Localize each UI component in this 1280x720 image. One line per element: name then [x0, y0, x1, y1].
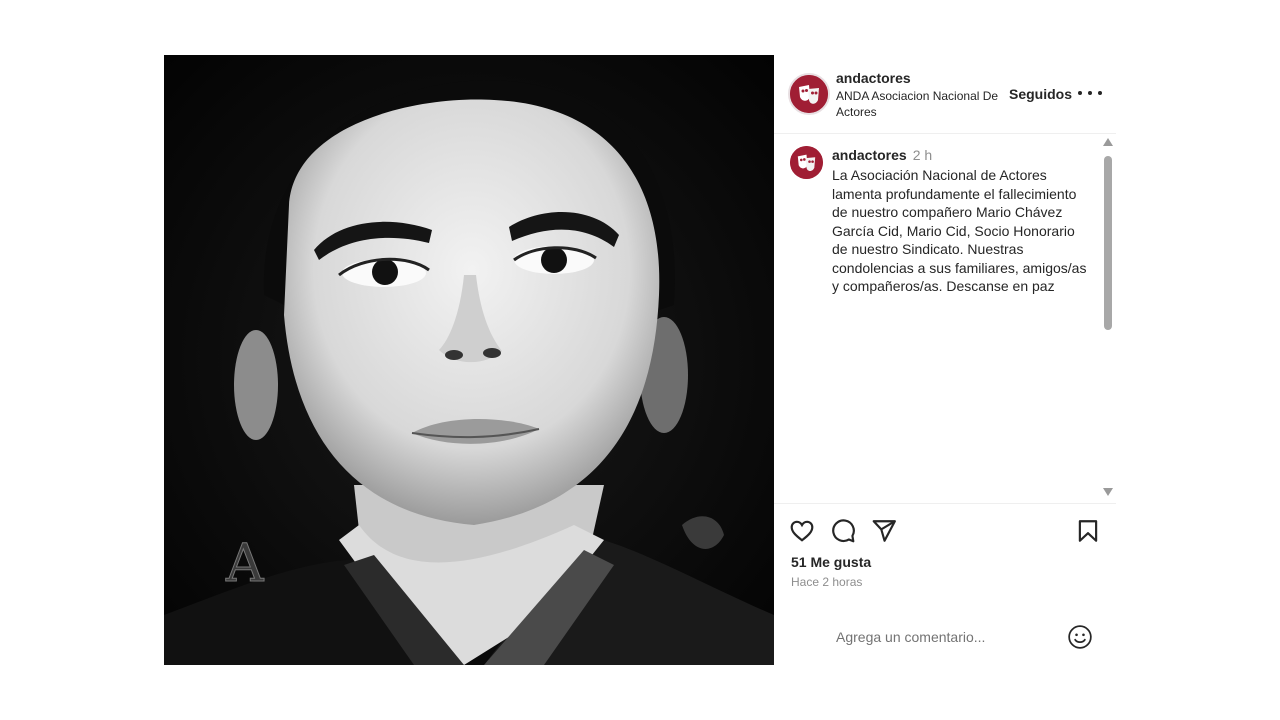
caption-text: La Asociación Nacional de Actores lament…: [832, 167, 1087, 294]
like-heart-icon[interactable]: [789, 518, 815, 544]
scroll-down-arrow-icon[interactable]: [1103, 488, 1113, 496]
bookmark-svg: [1078, 520, 1098, 542]
comment-svg: [832, 519, 855, 543]
share-svg: [872, 520, 896, 542]
more-options-icon[interactable]: [1078, 83, 1102, 103]
post-sidebar: andactores ANDA Asociacion Nacional De A…: [774, 55, 1116, 665]
post-actions: 51 Me gusta Hace 2 horas: [774, 503, 1116, 666]
scroll-up-arrow-icon[interactable]: [1103, 138, 1113, 146]
caption-username[interactable]: andactores: [832, 147, 907, 163]
caption-header: andactores 2 h: [832, 147, 932, 163]
following-button[interactable]: Seguidos: [1009, 86, 1072, 102]
dot: [1088, 91, 1092, 95]
emoji-smiley-icon[interactable]: [1067, 624, 1093, 650]
likes-count[interactable]: 51 Me gusta: [791, 554, 871, 570]
comments-section: andactores 2 h La Asociación Nacional de …: [774, 134, 1116, 502]
save-bookmark-icon[interactable]: [1075, 518, 1101, 544]
caption-avatar[interactable]: [790, 146, 823, 179]
comment-bubble-icon[interactable]: [830, 518, 856, 544]
theater-masks-logo: [790, 75, 828, 113]
account-full-name: ANDA Asociacion Nacional De Actores: [836, 89, 999, 119]
post-timestamp[interactable]: Hace 2 horas: [791, 575, 862, 589]
post-header: andactores ANDA Asociacion Nacional De A…: [774, 55, 1116, 134]
instagram-post: A andactores ANDA Asociacion Nacional De…: [164, 55, 1116, 665]
comments-scrollbar[interactable]: [1102, 138, 1113, 496]
post-image[interactable]: A: [164, 55, 774, 665]
account-avatar[interactable]: [788, 73, 830, 115]
comment-input[interactable]: [834, 624, 1058, 650]
caption-time[interactable]: 2 h: [913, 147, 932, 163]
smiley-svg: [1068, 625, 1092, 649]
header-username[interactable]: andactores: [836, 70, 911, 86]
dot: [1078, 91, 1082, 95]
share-paper-plane-icon[interactable]: [871, 518, 897, 544]
portrait-photo: A: [164, 55, 774, 665]
dot: [1098, 91, 1102, 95]
add-comment-bar: [774, 614, 1116, 666]
scrollbar-thumb[interactable]: [1104, 156, 1112, 330]
svg-text:A: A: [225, 534, 265, 594]
theater-masks-logo: [790, 146, 823, 179]
heart-svg: [790, 520, 814, 542]
